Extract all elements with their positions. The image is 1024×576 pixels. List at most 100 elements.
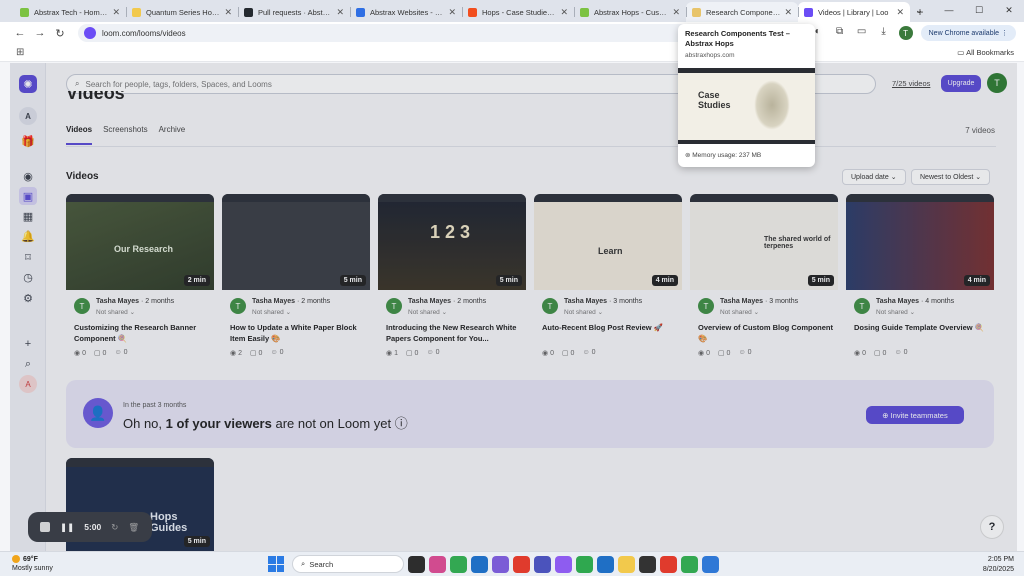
all-bookmarks-button[interactable]: ▭ All Bookmarks: [957, 48, 1014, 57]
trash-icon[interactable]: 🗑: [128, 522, 139, 533]
sharing-status[interactable]: Not shared ⌄: [252, 308, 291, 316]
taskbar-app-icon[interactable]: [702, 555, 719, 573]
taskbar-app-icon[interactable]: [408, 555, 425, 573]
browser-tab[interactable]: Quantum Series Hop Extr ✕: [126, 2, 238, 22]
user-avatar[interactable]: T: [987, 73, 1007, 93]
close-tab-icon[interactable]: ✕: [560, 7, 568, 18]
close-window-button[interactable]: ✕: [994, 0, 1024, 20]
profile-icon[interactable]: ◉: [19, 167, 37, 185]
sharing-status[interactable]: Not shared ⌄: [564, 308, 603, 316]
close-tab-icon[interactable]: ✕: [112, 7, 120, 18]
browser-tab[interactable]: Abstrax Websites - Backl✕: [350, 2, 462, 22]
taskbar-app-icon[interactable]: [639, 555, 656, 573]
help-button[interactable]: ?: [980, 515, 1004, 539]
video-card[interactable]: 1 2 3 5 min T Tasha Mayes · 2 months Not sha…: [378, 194, 526, 364]
windows-start-icon[interactable]: [268, 556, 284, 572]
chevron-down-icon[interactable]: ⌄: [904, 0, 934, 20]
taskbar-app-icon[interactable]: [681, 555, 698, 573]
browser-tab[interactable]: Videos | Library | Loo ✕: [798, 2, 910, 22]
video-card[interactable]: Our Research 2 min T Tasha Mayes · 2 months…: [66, 194, 214, 364]
loom-logo-icon[interactable]: ✺: [19, 75, 37, 93]
site-info-icon[interactable]: [84, 27, 96, 39]
sharing-status[interactable]: Not shared ⌄: [96, 308, 135, 316]
video-card[interactable]: 4 min T Tasha Mayes · 4 months Not shared ⌄…: [846, 194, 994, 364]
taskbar-app-icon[interactable]: [492, 555, 509, 573]
extensions-icon[interactable]: ⧉: [833, 26, 847, 40]
maximize-button[interactable]: ☐: [964, 0, 994, 20]
address-bar[interactable]: loom.com/looms/videos: [78, 24, 768, 42]
video-card[interactable]: The shared world of terpenes 5 min T Tasha …: [690, 194, 838, 364]
calendar-icon[interactable]: ▦: [19, 207, 37, 225]
video-title[interactable]: Customizing the Research Banner Componen…: [74, 322, 210, 344]
taskbar-search[interactable]: ⌕ Search: [292, 555, 404, 573]
minimize-button[interactable]: —: [934, 0, 964, 20]
close-tab-icon[interactable]: ✕: [784, 7, 792, 18]
sort-order-dropdown[interactable]: Newest to Oldest ⌄: [911, 169, 991, 185]
upgrade-button[interactable]: Upgrade: [941, 75, 981, 92]
forward-button[interactable]: →: [30, 27, 50, 39]
video-title[interactable]: Introducing the New Research White Paper…: [386, 322, 522, 344]
video-thumbnail[interactable]: 4 min: [846, 194, 994, 290]
gift-icon[interactable]: 🎁: [19, 132, 37, 150]
video-quota-link[interactable]: 7/25 videos: [892, 79, 930, 88]
close-tab-icon[interactable]: ✕: [448, 7, 456, 18]
taskbar-app-icon[interactable]: [555, 555, 572, 573]
taskbar-app-icon[interactable]: [429, 555, 446, 573]
weather-widget[interactable]: 69°F Mostly sunny: [12, 555, 53, 573]
tab-screenshots[interactable]: Screenshots: [103, 125, 147, 145]
settings-gear-icon[interactable]: ⚙: [19, 289, 37, 307]
pause-icon[interactable]: ❚❚: [60, 522, 74, 533]
taskbar-app-icon[interactable]: [513, 555, 530, 573]
tab-archive[interactable]: Archive: [159, 125, 186, 145]
taskbar-app-icon[interactable]: [618, 555, 635, 573]
clock-icon[interactable]: ◷: [19, 268, 37, 286]
sharing-status[interactable]: Not shared ⌄: [876, 308, 915, 316]
video-title[interactable]: Dosing Guide Template Overview 🍭: [854, 322, 990, 333]
bell-icon[interactable]: 🔔: [19, 227, 37, 245]
video-title[interactable]: Overview of Custom Blog Component 🎨: [698, 322, 834, 344]
browser-tab[interactable]: Research Components Te✕: [686, 2, 798, 22]
add-icon[interactable]: +: [19, 335, 37, 353]
close-tab-icon[interactable]: ✕: [896, 7, 904, 18]
restart-icon[interactable]: ↻: [111, 522, 118, 533]
profile-avatar[interactable]: T: [898, 26, 913, 40]
sidebar-icon[interactable]: ▭: [855, 26, 869, 40]
browser-tab[interactable]: Pull requests · Abstrax-Te✕: [238, 2, 350, 22]
taskbar-app-icon[interactable]: [576, 555, 593, 573]
space-avatar[interactable]: A: [19, 375, 37, 393]
taskbar-app-icon[interactable]: [660, 555, 677, 573]
video-thumbnail[interactable]: 1 2 3 5 min: [378, 194, 526, 290]
search-icon[interactable]: ⌕: [19, 355, 37, 373]
browser-tab[interactable]: Abstrax Tech - Home - Sh✕: [14, 2, 126, 22]
stop-recording-button[interactable]: [40, 522, 50, 532]
download-icon[interactable]: ⤓: [877, 26, 891, 40]
taskbar-app-icon[interactable]: [450, 555, 467, 573]
close-tab-icon[interactable]: ✕: [224, 7, 232, 18]
workspace-avatar[interactable]: A: [19, 107, 37, 125]
sort-by-dropdown[interactable]: Upload date ⌄: [842, 169, 906, 185]
video-title[interactable]: How to Update a White Paper Block Item E…: [230, 322, 366, 344]
video-title[interactable]: Auto-Recent Blog Post Review 🚀: [542, 322, 678, 333]
tab-videos[interactable]: Videos: [66, 125, 93, 145]
close-tab-icon[interactable]: ✕: [336, 7, 344, 18]
taskbar-app-icon[interactable]: [534, 555, 551, 573]
back-button[interactable]: ←: [10, 27, 30, 39]
invite-teammates-button[interactable]: ⊕ Invite teammates: [866, 406, 964, 424]
video-thumbnail[interactable]: Our Research 2 min: [66, 194, 214, 290]
video-thumbnail[interactable]: The shared world of terpenes 5 min: [690, 194, 838, 290]
close-tab-icon[interactable]: ✕: [672, 7, 680, 18]
video-card[interactable]: Learn 4 min T Tasha Mayes · 3 months Not sha…: [534, 194, 682, 364]
video-card[interactable]: 5 min T Tasha Mayes · 2 months Not shared ⌄…: [222, 194, 370, 364]
video-thumbnail[interactable]: 5 min: [222, 194, 370, 290]
new-chrome-available-button[interactable]: New Chrome available ⋮: [920, 25, 1016, 41]
bookmark-icon[interactable]: ⌑: [19, 248, 37, 266]
sharing-status[interactable]: Not shared ⌄: [408, 308, 447, 316]
library-icon[interactable]: ▣: [19, 187, 37, 205]
sharing-status[interactable]: Not shared ⌄: [720, 308, 759, 316]
reload-button[interactable]: ↻: [50, 27, 70, 40]
taskbar-app-icon[interactable]: [471, 555, 488, 573]
video-thumbnail[interactable]: Learn 4 min: [534, 194, 682, 290]
browser-tab[interactable]: Hops - Case Studies Page ✕: [462, 2, 574, 22]
apps-grid-icon[interactable]: ⊞: [16, 47, 24, 58]
browser-tab[interactable]: Abstrax Hops - Customiz ✕: [574, 2, 686, 22]
